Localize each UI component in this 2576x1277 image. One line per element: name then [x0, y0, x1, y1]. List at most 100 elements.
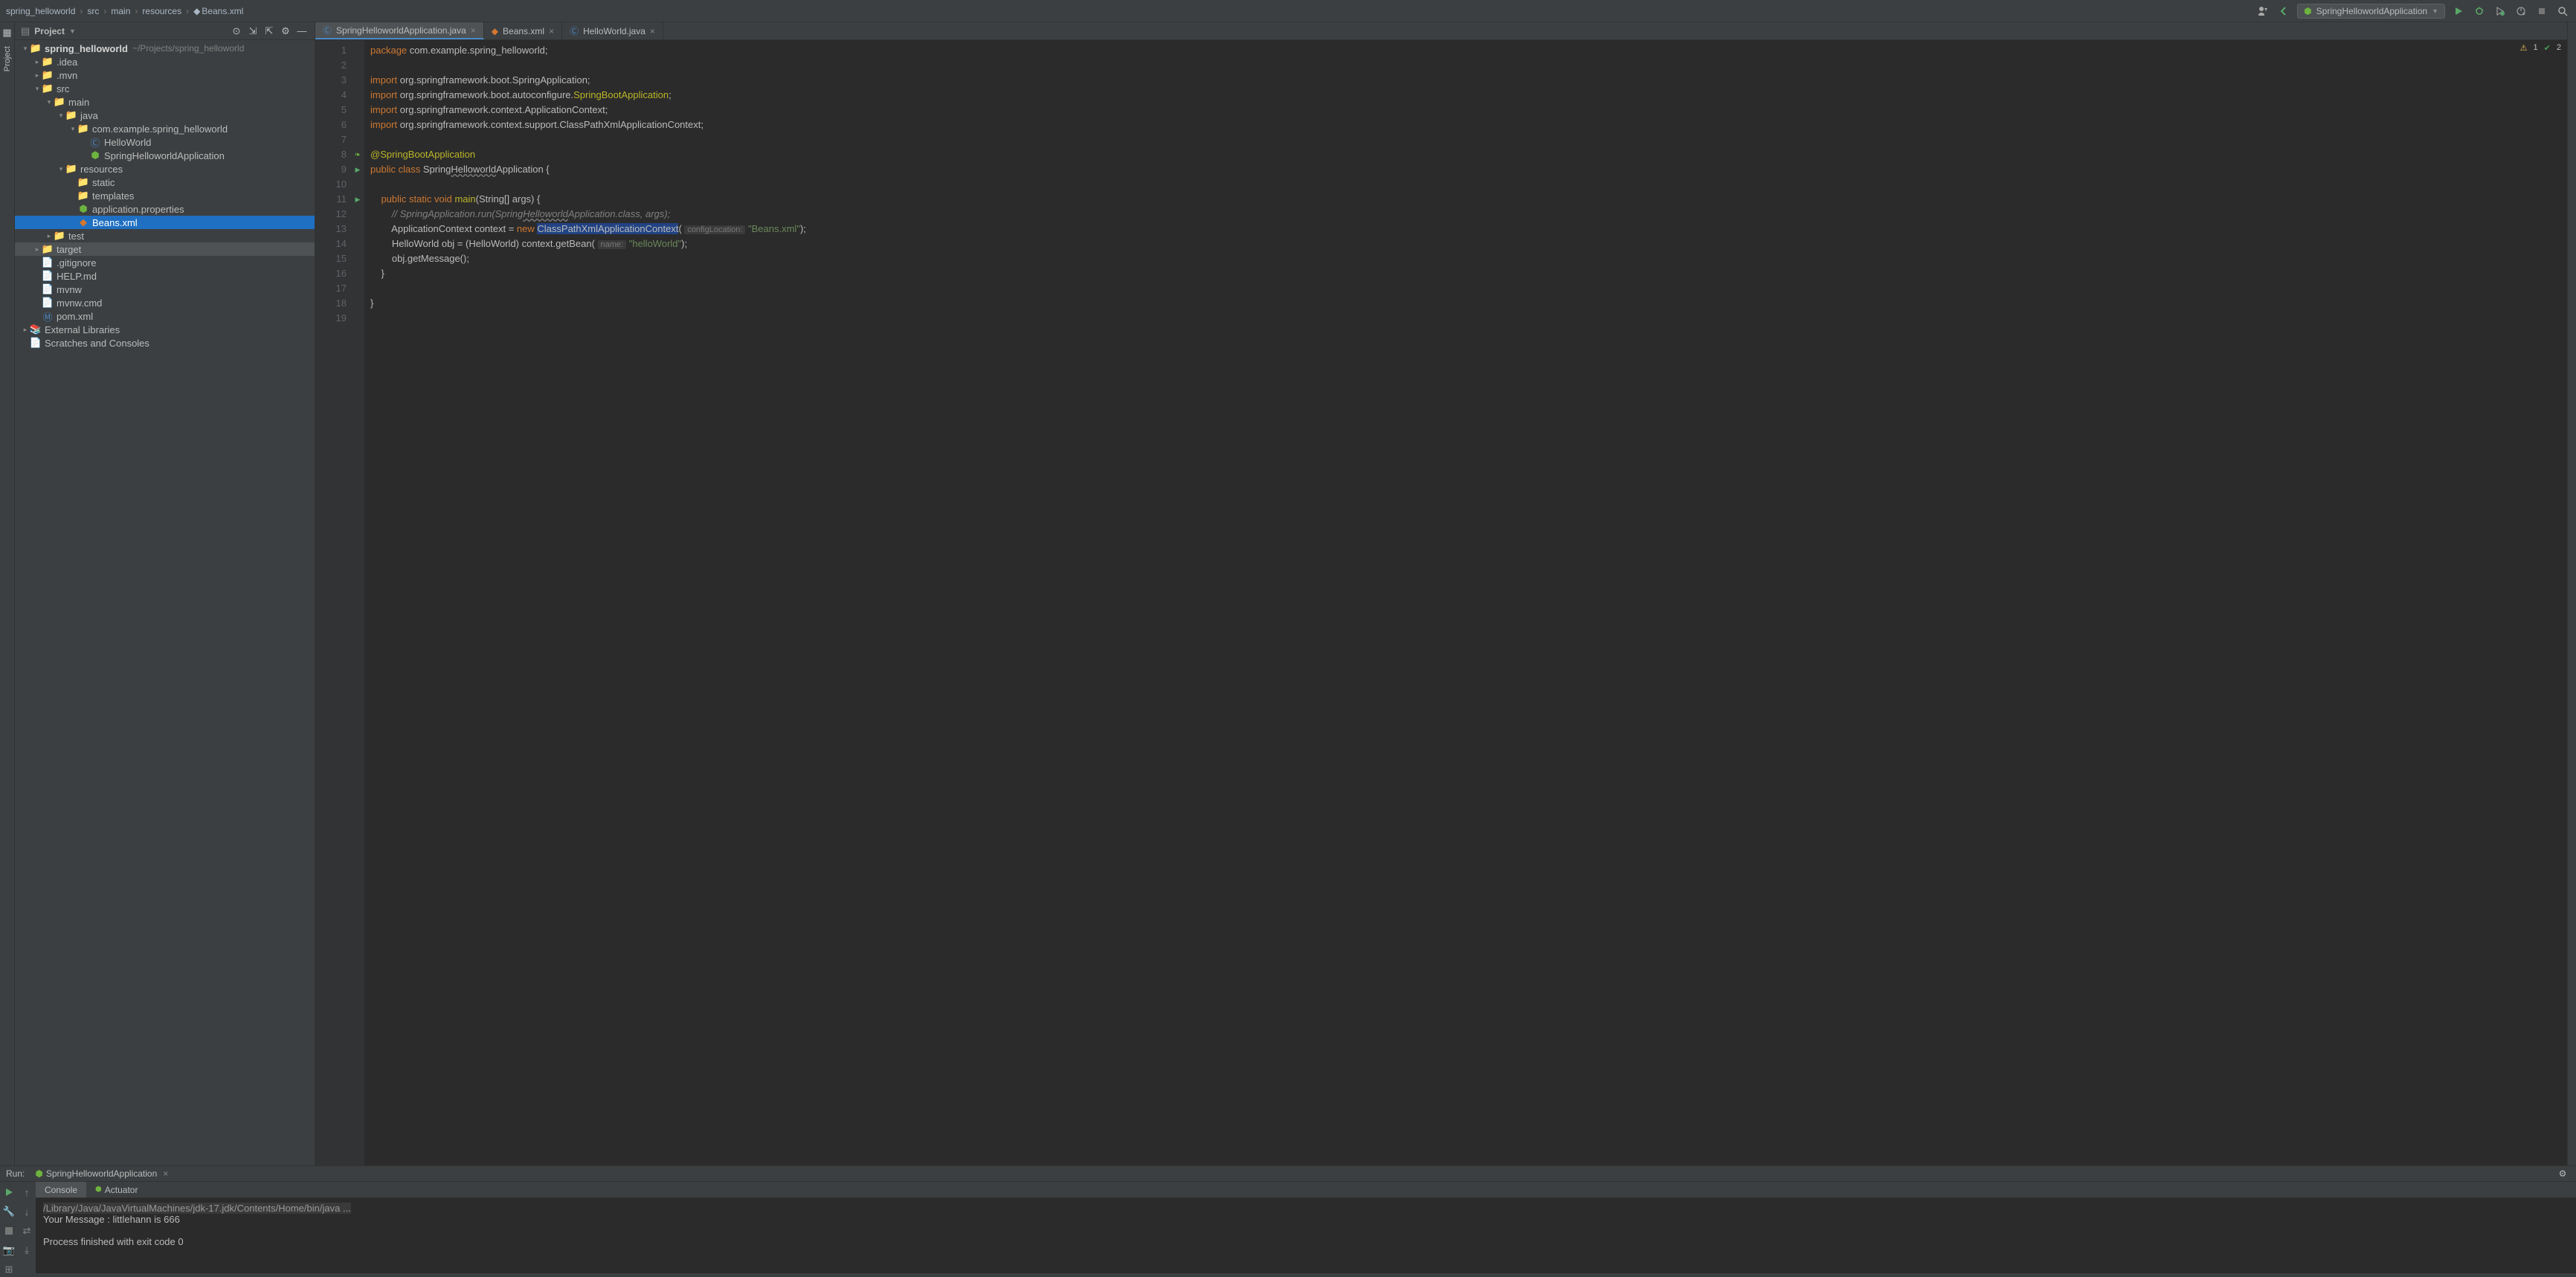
tree-row[interactable]: ⬢application.properties [15, 202, 315, 216]
run-gutter-icon[interactable]: ▶ [355, 196, 361, 204]
line-number[interactable]: 14 [315, 237, 347, 251]
breadcrumb-item[interactable]: main [111, 6, 130, 16]
project-tool-icon[interactable]: ▦ [0, 25, 15, 40]
line-number[interactable]: 18 [315, 296, 347, 311]
chevron-right-icon[interactable]: ▸ [45, 232, 54, 240]
down-arrow-icon[interactable]: ↓ [19, 1204, 34, 1219]
inspection-summary[interactable]: ⚠1 ✔2 [2520, 43, 2561, 53]
tree-row[interactable]: ⒸHelloWorld [15, 135, 315, 149]
tree-row[interactable]: 📄.gitignore [15, 256, 315, 269]
tree-row[interactable]: ▸📁test [15, 229, 315, 242]
chevron-right-icon[interactable]: ▸ [33, 245, 42, 254]
editor-tab[interactable]: ⒸHelloWorld.java× [562, 22, 663, 39]
up-arrow-icon[interactable]: ↑ [19, 1185, 34, 1200]
expand-all-icon[interactable]: ⇲ [246, 25, 260, 38]
project-panel-title[interactable]: Project [34, 26, 65, 36]
rerun-button[interactable] [1, 1185, 16, 1200]
tree-row[interactable]: ▾📁spring_helloworld~/Projects/spring_hel… [15, 42, 315, 55]
line-number[interactable]: 10 [315, 177, 347, 192]
close-icon[interactable]: × [471, 25, 476, 36]
breadcrumb[interactable]: spring_helloworld src main resources ◆ B… [6, 6, 243, 16]
line-number[interactable]: 1 [315, 43, 347, 58]
run-tab[interactable]: ⬢ SpringHelloworldApplication × [30, 1168, 173, 1179]
breadcrumb-item[interactable]: Beans.xml [202, 6, 243, 16]
line-number[interactable]: 15 [315, 251, 347, 266]
line-number[interactable]: 7 [315, 132, 347, 147]
tree-row[interactable]: 📄mvnw.cmd [15, 296, 315, 309]
console-output[interactable]: /Library/Java/JavaVirtualMachines/jdk-17… [36, 1198, 2576, 1277]
close-icon[interactable]: × [163, 1168, 168, 1179]
line-number[interactable]: 2 [315, 58, 347, 73]
breadcrumb-item[interactable]: spring_helloworld [6, 6, 75, 16]
line-number[interactable]: 5 [315, 103, 347, 118]
debug-button[interactable] [2472, 4, 2487, 19]
console-tab[interactable]: Console [36, 1182, 86, 1197]
coverage-button[interactable] [2493, 4, 2508, 19]
wrench-icon[interactable]: 🔧 [1, 1204, 16, 1219]
collapse-all-icon[interactable]: ⇱ [263, 25, 276, 38]
tree-row[interactable]: ▸📚External Libraries [15, 323, 315, 336]
tree-row[interactable]: 📁static [15, 176, 315, 189]
chevron-down-icon[interactable]: ▾ [57, 112, 65, 120]
select-opened-icon[interactable]: ⊙ [230, 25, 243, 38]
editor-body[interactable]: 12345678910111213141516171819 ❧▶▶ packag… [315, 40, 2567, 1165]
tree-row[interactable]: ▾📁src [15, 82, 315, 95]
close-icon[interactable]: × [549, 26, 554, 36]
project-tree[interactable]: ▾📁spring_helloworld~/Projects/spring_hel… [15, 40, 315, 1165]
line-number[interactable]: 16 [315, 266, 347, 281]
tree-row[interactable]: ▾📁resources [15, 162, 315, 176]
tree-row[interactable]: ▸📁target [15, 242, 315, 256]
chevron-down-icon[interactable]: ▾ [57, 165, 65, 173]
tree-row[interactable]: ▸📁.mvn [15, 68, 315, 82]
tree-row[interactable]: ▸📁.idea [15, 55, 315, 68]
profile-button[interactable]: ▾ [2514, 4, 2528, 19]
scroll-end-icon[interactable]: ⤓ [19, 1243, 34, 1258]
gear-icon[interactable]: ⚙ [2555, 1166, 2570, 1181]
tree-row[interactable]: ▾📁java [15, 109, 315, 122]
editor-tab[interactable]: ◆Beans.xml× [484, 22, 562, 39]
line-number[interactable]: 3 [315, 73, 347, 88]
run-config-dropdown[interactable]: ⬢ SpringHelloworldApplication ▼ [2297, 4, 2445, 19]
editor-tab[interactable]: ⒸSpringHelloworldApplication.java× [315, 22, 484, 39]
chevron-down-icon[interactable]: ▼ [69, 28, 76, 35]
run-button[interactable] [2451, 4, 2466, 19]
breadcrumb-item[interactable]: resources [142, 6, 181, 16]
chevron-down-icon[interactable]: ▾ [45, 98, 54, 106]
stop-button[interactable] [2534, 4, 2549, 19]
code-area[interactable]: package com.example.spring_helloworld; i… [364, 40, 2567, 1165]
line-number[interactable]: 6 [315, 118, 347, 132]
tree-row[interactable]: ◆Beans.xml [15, 216, 315, 229]
camera-icon[interactable]: 📷 [1, 1243, 16, 1258]
layout-icon[interactable]: ⊞ [1, 1262, 16, 1277]
tree-row[interactable]: 📄Scratches and Consoles [15, 336, 315, 350]
soft-wrap-icon[interactable]: ⇄ [19, 1223, 34, 1238]
line-number[interactable]: 19 [315, 311, 347, 326]
line-number[interactable]: 13 [315, 222, 347, 237]
chevron-down-icon[interactable]: ▾ [33, 85, 42, 93]
line-number[interactable]: 17 [315, 281, 347, 296]
line-number[interactable]: 11 [315, 192, 347, 207]
gear-icon[interactable]: ⚙ [279, 25, 292, 38]
hide-icon[interactable]: — [295, 25, 309, 38]
tree-row[interactable]: 📄mvnw [15, 283, 315, 296]
search-icon[interactable] [2555, 4, 2570, 19]
tree-row[interactable]: ⬢SpringHelloworldApplication [15, 149, 315, 162]
chevron-down-icon[interactable]: ▾ [21, 45, 30, 53]
add-user-icon[interactable]: ▾ [2255, 4, 2270, 19]
line-number[interactable]: 12 [315, 207, 347, 222]
project-tool-label[interactable]: Project [1, 40, 13, 77]
chevron-down-icon[interactable]: ▾ [68, 125, 77, 133]
actuator-tab[interactable]: ⬢Actuator [86, 1182, 146, 1197]
tree-row[interactable]: 📄HELP.md [15, 269, 315, 283]
breadcrumb-item[interactable]: src [87, 6, 99, 16]
run-gutter-icon[interactable]: ▶ [355, 166, 361, 174]
line-number[interactable]: 8 [315, 147, 347, 162]
chevron-right-icon[interactable]: ▸ [33, 71, 42, 80]
tree-row[interactable]: ▾📁com.example.spring_helloworld [15, 122, 315, 135]
close-icon[interactable]: × [650, 26, 655, 36]
tree-row[interactable]: ▾📁main [15, 95, 315, 109]
line-number[interactable]: 4 [315, 88, 347, 103]
tree-row[interactable]: Ⓜpom.xml [15, 309, 315, 323]
line-number[interactable]: 9 [315, 162, 347, 177]
chevron-right-icon[interactable]: ▸ [33, 58, 42, 66]
